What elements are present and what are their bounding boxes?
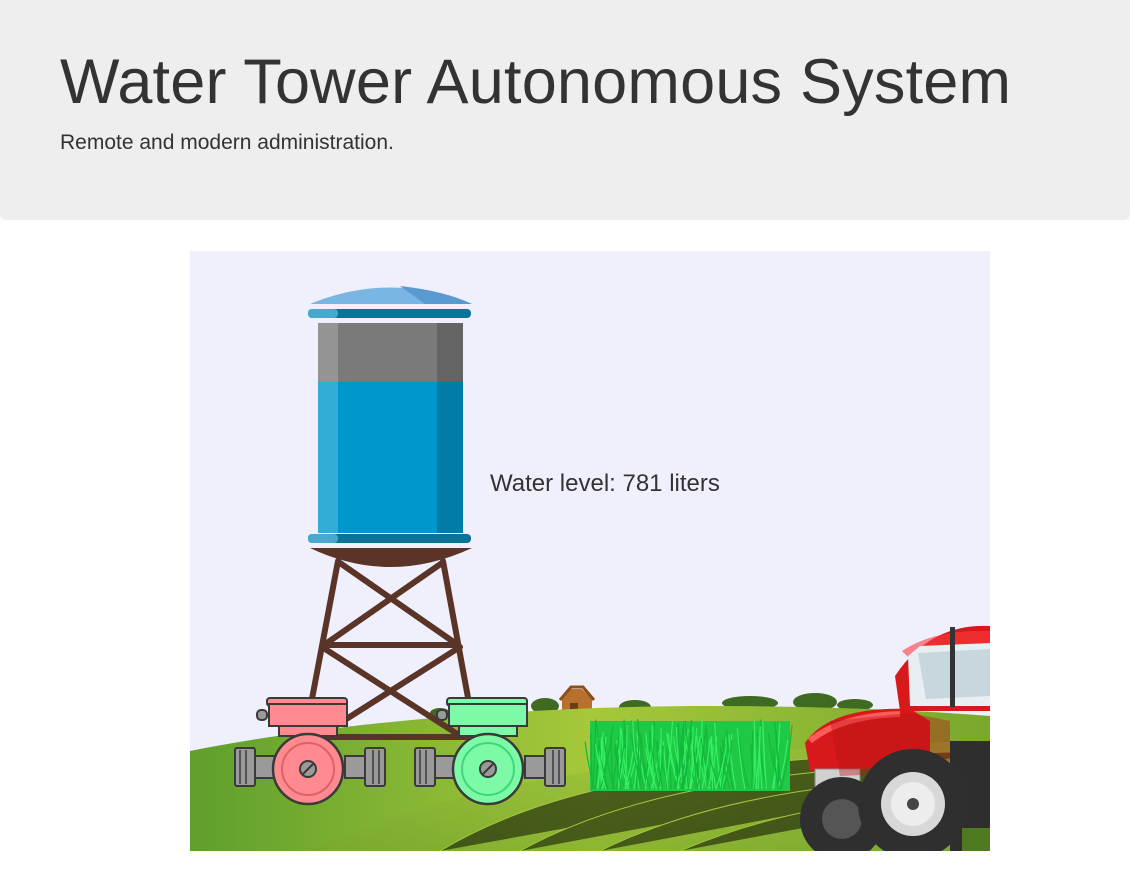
water-level-label: Water level: 781 liters bbox=[490, 470, 720, 497]
page-title: Water Tower Autonomous System bbox=[60, 47, 1012, 117]
page-subtitle: Remote and modern administration. bbox=[60, 131, 394, 154]
farm-scene: Water level: 781 liters bbox=[190, 251, 990, 851]
header-banner: Water Tower Autonomous System Remote and… bbox=[0, 0, 1130, 220]
crop-field bbox=[584, 718, 793, 791]
scene-illustration bbox=[190, 251, 990, 851]
